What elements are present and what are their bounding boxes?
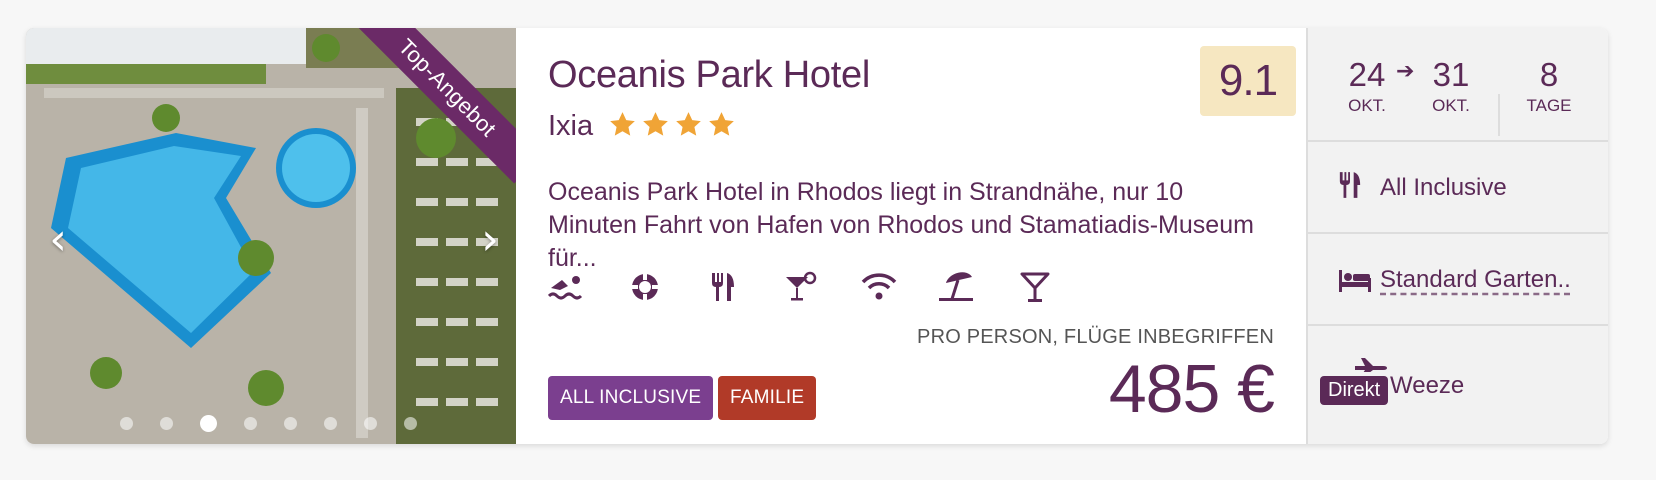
trip-duration: 8 TAGE bbox=[1504, 58, 1594, 116]
duration-label: TAGE bbox=[1526, 96, 1572, 115]
hotel-info: Oceanis Park Hotel Ixia 9.1 Oceanis Park… bbox=[516, 28, 1306, 444]
hotel-offer-card[interactable]: Top-Angebot ‹ › Oceanis Park Hotel Ixia … bbox=[26, 28, 1608, 444]
board-label: All Inclusive bbox=[1380, 174, 1507, 201]
carousel-dots bbox=[120, 415, 417, 432]
room-link[interactable]: Standard Garten.. bbox=[1380, 266, 1571, 294]
room-type: Standard Garten.. bbox=[1308, 234, 1608, 326]
hotel-location: Ixia bbox=[548, 110, 594, 142]
amenity-icons bbox=[548, 268, 1054, 306]
return-month: OKT. bbox=[1432, 96, 1470, 115]
carousel-dot[interactable] bbox=[120, 417, 133, 430]
bar-icon bbox=[1016, 268, 1054, 306]
hotel-name[interactable]: Oceanis Park Hotel bbox=[548, 54, 870, 97]
tag-family: FAMILIE bbox=[718, 376, 817, 420]
chevron-right-icon: › bbox=[481, 214, 499, 265]
carousel-dot-active[interactable] bbox=[200, 415, 217, 432]
travel-dates[interactable]: 24 OKT. ➔ 31 OKT. 8 TAGE bbox=[1308, 28, 1608, 142]
hotel-image-carousel[interactable]: Top-Angebot ‹ › bbox=[26, 28, 516, 444]
flight-info: Direkt Weeze bbox=[1308, 326, 1608, 444]
carousel-dot[interactable] bbox=[244, 417, 257, 430]
departure-day: 24 bbox=[1348, 56, 1386, 93]
swimming-icon bbox=[548, 268, 586, 306]
departure-date: 24 OKT. bbox=[1342, 58, 1392, 116]
carousel-prev-button[interactable]: ‹ bbox=[40, 218, 76, 262]
airplane-icon bbox=[1354, 354, 1388, 377]
departure-month: OKT. bbox=[1348, 96, 1386, 115]
price-amount[interactable]: 485 € bbox=[1109, 350, 1275, 428]
carousel-dot[interactable] bbox=[364, 417, 377, 430]
carousel-dot[interactable] bbox=[324, 417, 337, 430]
rating-score[interactable]: 9.1 bbox=[1200, 46, 1296, 116]
wifi-icon bbox=[860, 268, 898, 306]
carousel-next-button[interactable]: › bbox=[472, 218, 508, 262]
carousel-dot[interactable] bbox=[160, 417, 173, 430]
carousel-dot[interactable] bbox=[284, 417, 297, 430]
star-rating bbox=[608, 110, 736, 139]
duration-days: 8 bbox=[1539, 56, 1559, 93]
direct-flight-badge: Direkt bbox=[1320, 376, 1389, 405]
arrow-right-icon: ➔ bbox=[1396, 58, 1415, 83]
price-note: PRO PERSON, FLÜGE INBEGRIFFEN bbox=[917, 326, 1274, 348]
star-icon bbox=[610, 112, 635, 136]
trip-details-panel: 24 OKT. ➔ 31 OKT. 8 TAGE All Inclusive S… bbox=[1306, 28, 1608, 444]
star-icon bbox=[676, 112, 701, 136]
divider bbox=[1498, 94, 1500, 136]
hotel-description: Oceanis Park Hotel in Rhodos liegt in St… bbox=[548, 178, 1254, 272]
cocktail-icon bbox=[782, 268, 820, 306]
chevron-left-icon: ‹ bbox=[49, 214, 67, 265]
bed-icon bbox=[1338, 270, 1372, 297]
star-icon bbox=[709, 112, 734, 136]
beach-umbrella-icon bbox=[938, 268, 976, 306]
restaurant-icon bbox=[1338, 170, 1362, 205]
return-date: 31 OKT. bbox=[1426, 58, 1476, 116]
restaurant-icon bbox=[704, 268, 742, 306]
board-type: All Inclusive bbox=[1308, 142, 1608, 234]
carousel-dot[interactable] bbox=[404, 417, 417, 430]
lifebuoy-icon bbox=[626, 268, 664, 306]
return-day: 31 bbox=[1432, 56, 1470, 93]
tag-all-inclusive: ALL INCLUSIVE bbox=[548, 376, 714, 420]
star-icon bbox=[643, 112, 668, 136]
departure-airport: Weeze bbox=[1390, 372, 1465, 399]
